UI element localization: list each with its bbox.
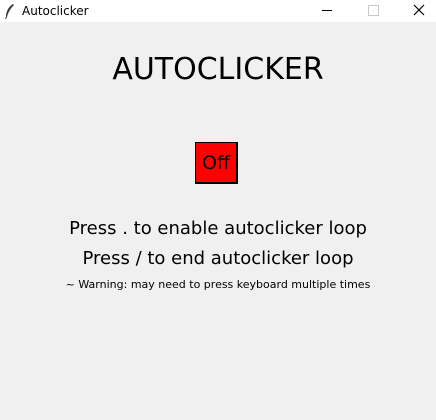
app-window: Autoclicker AUTOCLICKER Off Press . to e…: [0, 0, 436, 420]
warning-text: ~ Warning: may need to press keyboard mu…: [65, 278, 371, 291]
minimize-button[interactable]: [304, 0, 350, 22]
close-icon: [396, 0, 436, 22]
window-title: Autoclicker: [22, 4, 89, 18]
close-button[interactable]: [396, 0, 436, 22]
maximize-icon: [350, 0, 396, 22]
end-instruction: Press / to end autoclicker loop: [82, 248, 354, 269]
toggle-button[interactable]: Off: [195, 142, 238, 184]
minimize-icon: [304, 0, 350, 22]
feather-icon: [4, 3, 16, 20]
title-bar[interactable]: Autoclicker: [0, 0, 436, 22]
enable-instruction: Press . to enable autoclicker loop: [69, 218, 367, 239]
maximize-button[interactable]: [350, 0, 396, 22]
app-heading: AUTOCLICKER: [112, 52, 324, 87]
